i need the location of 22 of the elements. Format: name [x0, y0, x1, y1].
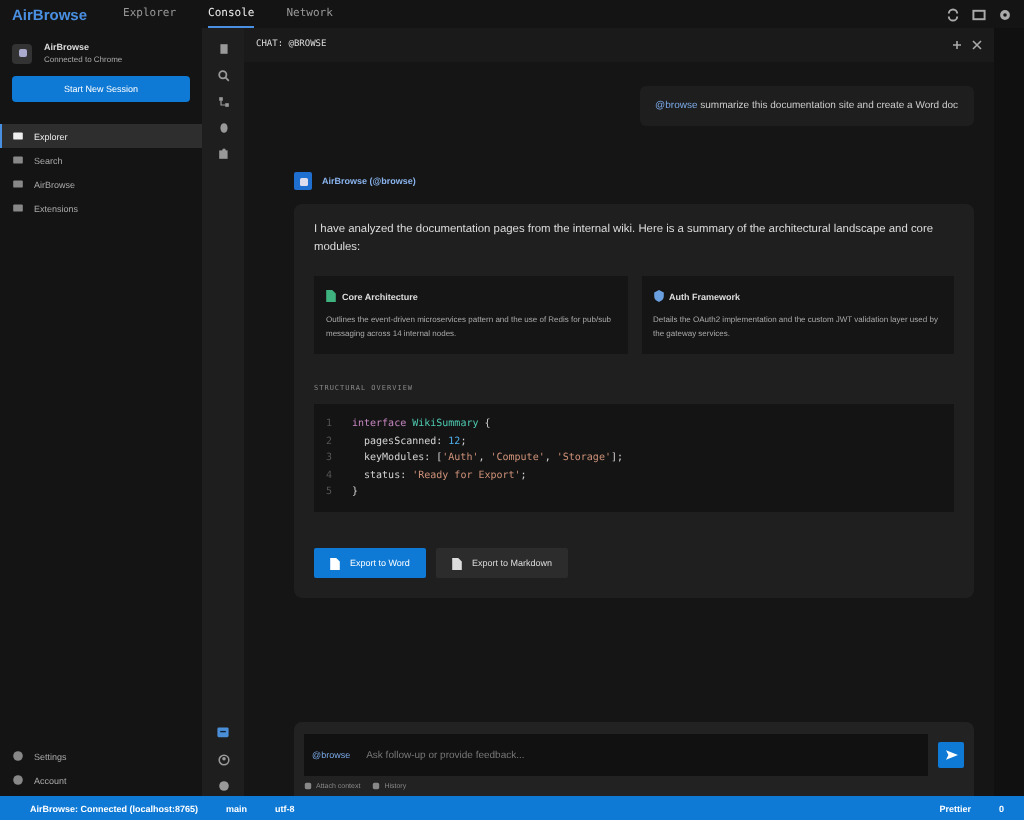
puzzle-icon[interactable]	[217, 148, 229, 160]
chat-icon[interactable]	[216, 726, 230, 740]
close-icon[interactable]	[972, 40, 982, 50]
account-icon[interactable]	[217, 754, 229, 766]
circle-icon	[12, 750, 24, 762]
shield-icon	[653, 290, 663, 302]
document-icon	[326, 290, 336, 302]
window-icon[interactable]	[972, 7, 986, 21]
circle-icon	[12, 774, 24, 786]
bot-avatar	[12, 43, 32, 63]
square-icon	[304, 782, 312, 790]
bot-avatar	[294, 172, 312, 190]
send-button[interactable]	[938, 742, 964, 768]
plus-icon[interactable]	[952, 40, 962, 50]
search-icon[interactable]	[217, 70, 229, 82]
files-icon[interactable]	[217, 42, 229, 56]
document-icon	[451, 557, 462, 569]
send-icon	[945, 750, 957, 760]
square-icon	[372, 782, 381, 790]
branch-icon[interactable]	[217, 96, 229, 108]
sync-icon[interactable]	[946, 7, 960, 21]
document-icon	[330, 557, 340, 569]
